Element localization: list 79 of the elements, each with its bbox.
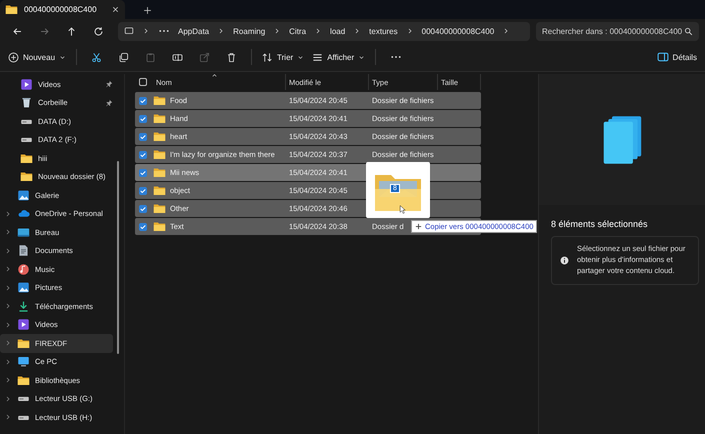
caret-icon: [59, 54, 66, 60]
desktop-icon: [17, 226, 30, 239]
select-all-checkbox[interactable]: [139, 78, 147, 86]
back-icon[interactable]: [12, 26, 23, 36]
folder-icon: [17, 374, 30, 387]
checkbox[interactable]: [139, 222, 147, 230]
scrollbar[interactable]: [117, 161, 119, 354]
sort-button[interactable]: Trier: [258, 48, 308, 66]
picture-icon: [17, 188, 30, 202]
trash-icon[interactable]: [226, 52, 238, 62]
check-icon: [139, 168, 147, 176]
check-icon: [139, 132, 147, 140]
folder-icon: [153, 220, 166, 233]
breadcrumb[interactable]: load: [330, 26, 346, 36]
check-icon: [139, 114, 147, 122]
tab[interactable]: 000400000008C400: [0, 0, 125, 19]
video-icon: [17, 318, 30, 332]
check-icon: [139, 186, 147, 194]
up-icon[interactable]: [66, 26, 77, 36]
trash-icon: [20, 96, 33, 110]
picture-icon: [17, 281, 30, 294]
folder-icon: [17, 336, 30, 350]
folder-icon: [20, 152, 33, 165]
new-button[interactable]: Nouveau: [4, 48, 70, 66]
stack-drawing: [601, 114, 643, 166]
checkbox[interactable]: [139, 114, 147, 122]
download-icon: [17, 300, 30, 313]
folder-icon: [153, 130, 166, 143]
view-button[interactable]: Afficher: [308, 48, 370, 66]
check-icon: [139, 222, 147, 230]
breadcrumb[interactable]: 000400000008C400: [422, 26, 494, 36]
folder-icon: [153, 184, 166, 197]
check-icon: [139, 96, 147, 104]
details-button[interactable]: Détails: [652, 48, 701, 66]
rename-icon[interactable]: [172, 52, 184, 62]
breadcrumb[interactable]: textures: [369, 26, 398, 36]
checkbox[interactable]: [139, 186, 147, 194]
plus-icon: [415, 223, 422, 230]
folder-icon: [153, 202, 166, 215]
music-icon: [17, 262, 30, 276]
caret-icon: [297, 54, 304, 60]
info-icon: [560, 256, 569, 265]
monitor-icon: [17, 355, 30, 368]
folder-icon: [20, 170, 33, 184]
document-icon: [17, 244, 30, 258]
checkbox[interactable]: [139, 96, 147, 104]
caret-icon: [358, 54, 366, 60]
search-box[interactable]: Rechercher dans : 000400000008C400: [536, 22, 699, 40]
search-icon: [684, 26, 693, 36]
breadcrumb[interactable]: AppData: [178, 26, 210, 36]
folder-icon: [153, 94, 166, 107]
copy-icon[interactable]: [118, 52, 130, 62]
folder-icon: [153, 148, 166, 161]
checkbox[interactable]: [139, 204, 147, 212]
video-icon: [20, 78, 33, 91]
selection-title: 8 éléments sélectionnés: [551, 219, 649, 229]
cursor-icon: [399, 205, 408, 214]
close-icon[interactable]: [111, 5, 120, 14]
check-icon: [139, 150, 147, 158]
scissors-icon[interactable]: [91, 52, 102, 62]
search-field[interactable]: Rechercher dans : 000400000008C400: [542, 26, 682, 36]
folder-icon: [5, 3, 18, 16]
checkbox[interactable]: [139, 168, 147, 176]
panel-icon: [656, 51, 669, 63]
breadcrumb[interactable]: Roaming: [233, 26, 266, 36]
breadcrumb[interactable]: Citra: [289, 26, 306, 36]
checkbox[interactable]: [139, 132, 147, 140]
lines-icon: [312, 52, 324, 62]
address-bar[interactable]: AppData Roaming Citra load textures 000400000008C400: [118, 22, 530, 40]
checkbox[interactable]: [139, 150, 147, 158]
check-icon: [139, 204, 147, 212]
sort-icon: [262, 52, 274, 62]
refresh-icon[interactable]: [93, 26, 104, 36]
plus-circle-icon: [8, 52, 19, 62]
folder-icon: [153, 112, 166, 125]
chevron-icon: [142, 27, 150, 35]
folder-icon: [153, 166, 166, 179]
monitor-icon: [124, 26, 134, 36]
plus-icon[interactable]: [143, 6, 152, 15]
